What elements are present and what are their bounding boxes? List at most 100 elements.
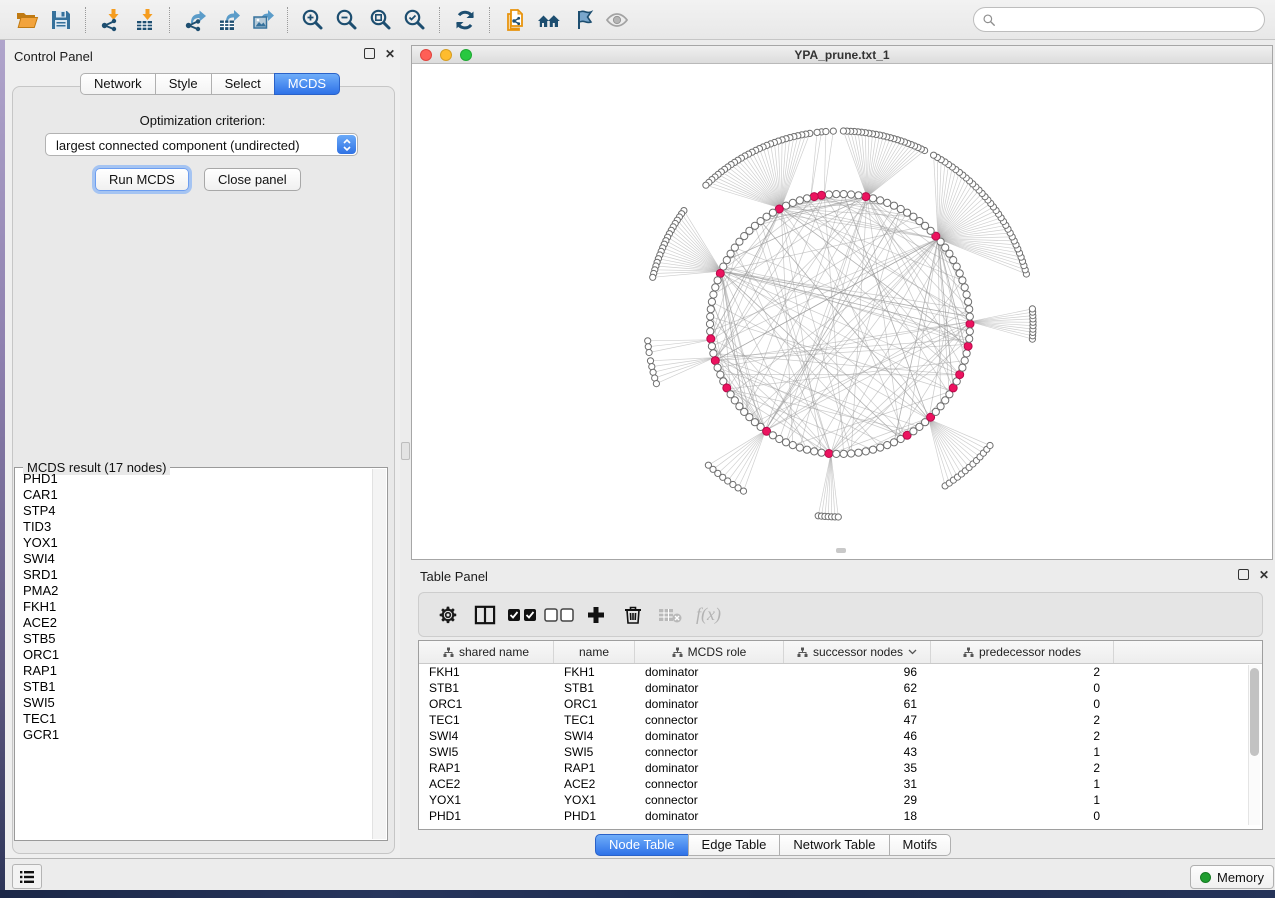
mcds-result-item[interactable]: FKH1 xyxy=(23,599,372,615)
show-neighbors-icon[interactable] xyxy=(532,4,566,36)
table-cell[interactable]: 1 xyxy=(931,777,1114,791)
toggle-visibility-icon[interactable] xyxy=(600,4,634,36)
table-cell[interactable]: 43 xyxy=(784,745,931,759)
mcds-result-item[interactable]: YOX1 xyxy=(23,535,372,551)
deselect-all-icon[interactable] xyxy=(544,599,574,631)
table-cell[interactable]: 46 xyxy=(784,729,931,743)
table-row[interactable]: RAP1RAP1dominator352 xyxy=(419,760,1262,776)
table-cell[interactable]: dominator xyxy=(635,665,784,679)
table-cell[interactable]: dominator xyxy=(635,697,784,711)
close-table-panel-icon[interactable]: ✕ xyxy=(1256,568,1272,582)
tab-select[interactable]: Select xyxy=(211,73,275,95)
mcds-result-item[interactable]: ACE2 xyxy=(23,615,372,631)
mcds-result-item[interactable]: RAP1 xyxy=(23,663,372,679)
mcds-result-item[interactable]: PMA2 xyxy=(23,583,372,599)
zoom-out-icon[interactable] xyxy=(330,4,364,36)
table-cell[interactable]: dominator xyxy=(635,681,784,695)
table-scrollbar[interactable] xyxy=(1248,665,1260,825)
table-cell[interactable]: 0 xyxy=(931,809,1114,823)
mcds-result-item[interactable]: GCR1 xyxy=(23,727,372,743)
mcds-result-item[interactable]: SWI4 xyxy=(23,551,372,567)
gear-icon[interactable] xyxy=(433,599,463,631)
table-cell[interactable]: connector xyxy=(635,745,784,759)
save-session-icon[interactable] xyxy=(44,4,78,36)
table-row[interactable]: YOX1YOX1connector291 xyxy=(419,792,1262,808)
mcds-result-item[interactable]: TEC1 xyxy=(23,711,372,727)
mcds-result-list[interactable]: PHD1CAR1STP4TID3YOX1SWI4SRD1PMA2FKH1ACE2… xyxy=(16,471,372,839)
table-cell[interactable]: PHD1 xyxy=(554,809,635,823)
tab-style[interactable]: Style xyxy=(155,73,212,95)
import-table-icon[interactable] xyxy=(128,4,162,36)
table-cell[interactable]: SWI4 xyxy=(554,729,635,743)
table-cell[interactable]: YOX1 xyxy=(419,793,554,807)
mcds-result-item[interactable]: SRD1 xyxy=(23,567,372,583)
vertical-splitter[interactable] xyxy=(400,40,410,858)
table-cell[interactable]: 0 xyxy=(931,697,1114,711)
table-cell[interactable]: 18 xyxy=(784,809,931,823)
table-row[interactable]: PHD1PHD1dominator180 xyxy=(419,808,1262,824)
mcds-result-item[interactable]: STB1 xyxy=(23,679,372,695)
table-cell[interactable]: 29 xyxy=(784,793,931,807)
mcds-result-item[interactable]: CAR1 xyxy=(23,487,372,503)
table-cell[interactable]: 2 xyxy=(931,729,1114,743)
search-box[interactable] xyxy=(973,7,1265,32)
window-resize-grip[interactable] xyxy=(836,548,846,553)
criterion-dropdown[interactable]: largest connected component (undirected) xyxy=(45,133,358,156)
table-cell[interactable]: dominator xyxy=(635,761,784,775)
table-cell[interactable]: connector xyxy=(635,793,784,807)
table-cell[interactable]: RAP1 xyxy=(419,761,554,775)
table-row[interactable]: STB1STB1dominator620 xyxy=(419,680,1262,696)
table-cell[interactable]: YOX1 xyxy=(554,793,635,807)
export-table-icon[interactable] xyxy=(212,4,246,36)
table-cell[interactable]: 1 xyxy=(931,793,1114,807)
table-cell[interactable]: TEC1 xyxy=(554,713,635,727)
mcds-result-item[interactable]: STP4 xyxy=(23,503,372,519)
clone-network-icon[interactable] xyxy=(498,4,532,36)
splitter-handle[interactable] xyxy=(401,442,410,460)
column-header-successor-nodes[interactable]: successor nodes xyxy=(784,641,931,663)
memory-button[interactable]: Memory xyxy=(1190,865,1274,889)
table-cell[interactable]: SWI5 xyxy=(554,745,635,759)
table-cell[interactable]: ORC1 xyxy=(554,697,635,711)
run-mcds-button[interactable]: Run MCDS xyxy=(95,168,189,191)
table-cell[interactable]: RAP1 xyxy=(554,761,635,775)
export-network-icon[interactable] xyxy=(178,4,212,36)
table-cell[interactable]: TEC1 xyxy=(419,713,554,727)
table-cell[interactable]: 0 xyxy=(931,681,1114,695)
zoom-fit-icon[interactable] xyxy=(364,4,398,36)
table-row[interactable]: TEC1TEC1connector472 xyxy=(419,712,1262,728)
table-cell[interactable]: STB1 xyxy=(554,681,635,695)
apply-layout-icon[interactable] xyxy=(448,4,482,36)
table-cell[interactable]: dominator xyxy=(635,729,784,743)
table-cell[interactable]: 1 xyxy=(931,745,1114,759)
delete-column-icon[interactable] xyxy=(618,599,648,631)
table-cell[interactable]: 2 xyxy=(931,665,1114,679)
column-header-predecessor-nodes[interactable]: predecessor nodes xyxy=(931,641,1114,663)
export-image-icon[interactable] xyxy=(246,4,280,36)
table-cell[interactable]: ACE2 xyxy=(419,777,554,791)
toggle-style-icon[interactable] xyxy=(566,4,600,36)
table-cell[interactable]: 2 xyxy=(931,713,1114,727)
table-cell[interactable]: SWI5 xyxy=(419,745,554,759)
tab-motifs[interactable]: Motifs xyxy=(889,834,952,856)
column-header-name[interactable]: name xyxy=(554,641,635,663)
table-cell[interactable]: 62 xyxy=(784,681,931,695)
table-cell[interactable]: connector xyxy=(635,713,784,727)
add-column-icon[interactable] xyxy=(581,599,611,631)
table-cell[interactable]: 2 xyxy=(931,761,1114,775)
table-row[interactable]: SWI5SWI5connector431 xyxy=(419,744,1262,760)
table-cell[interactable]: dominator xyxy=(635,809,784,823)
table-cell[interactable]: FKH1 xyxy=(419,665,554,679)
table-cell[interactable]: 61 xyxy=(784,697,931,711)
table-row[interactable]: ORC1ORC1dominator610 xyxy=(419,696,1262,712)
zoom-in-icon[interactable] xyxy=(296,4,330,36)
split-columns-icon[interactable] xyxy=(470,599,500,631)
column-header-MCDS-role[interactable]: MCDS role xyxy=(635,641,784,663)
table-cell[interactable]: 35 xyxy=(784,761,931,775)
tab-mcds[interactable]: MCDS xyxy=(274,73,340,95)
open-session-icon[interactable] xyxy=(10,4,44,36)
select-all-icon[interactable] xyxy=(507,599,537,631)
table-cell[interactable]: PHD1 xyxy=(419,809,554,823)
close-panel-button[interactable]: Close panel xyxy=(204,168,301,191)
tab-network-table[interactable]: Network Table xyxy=(779,834,889,856)
